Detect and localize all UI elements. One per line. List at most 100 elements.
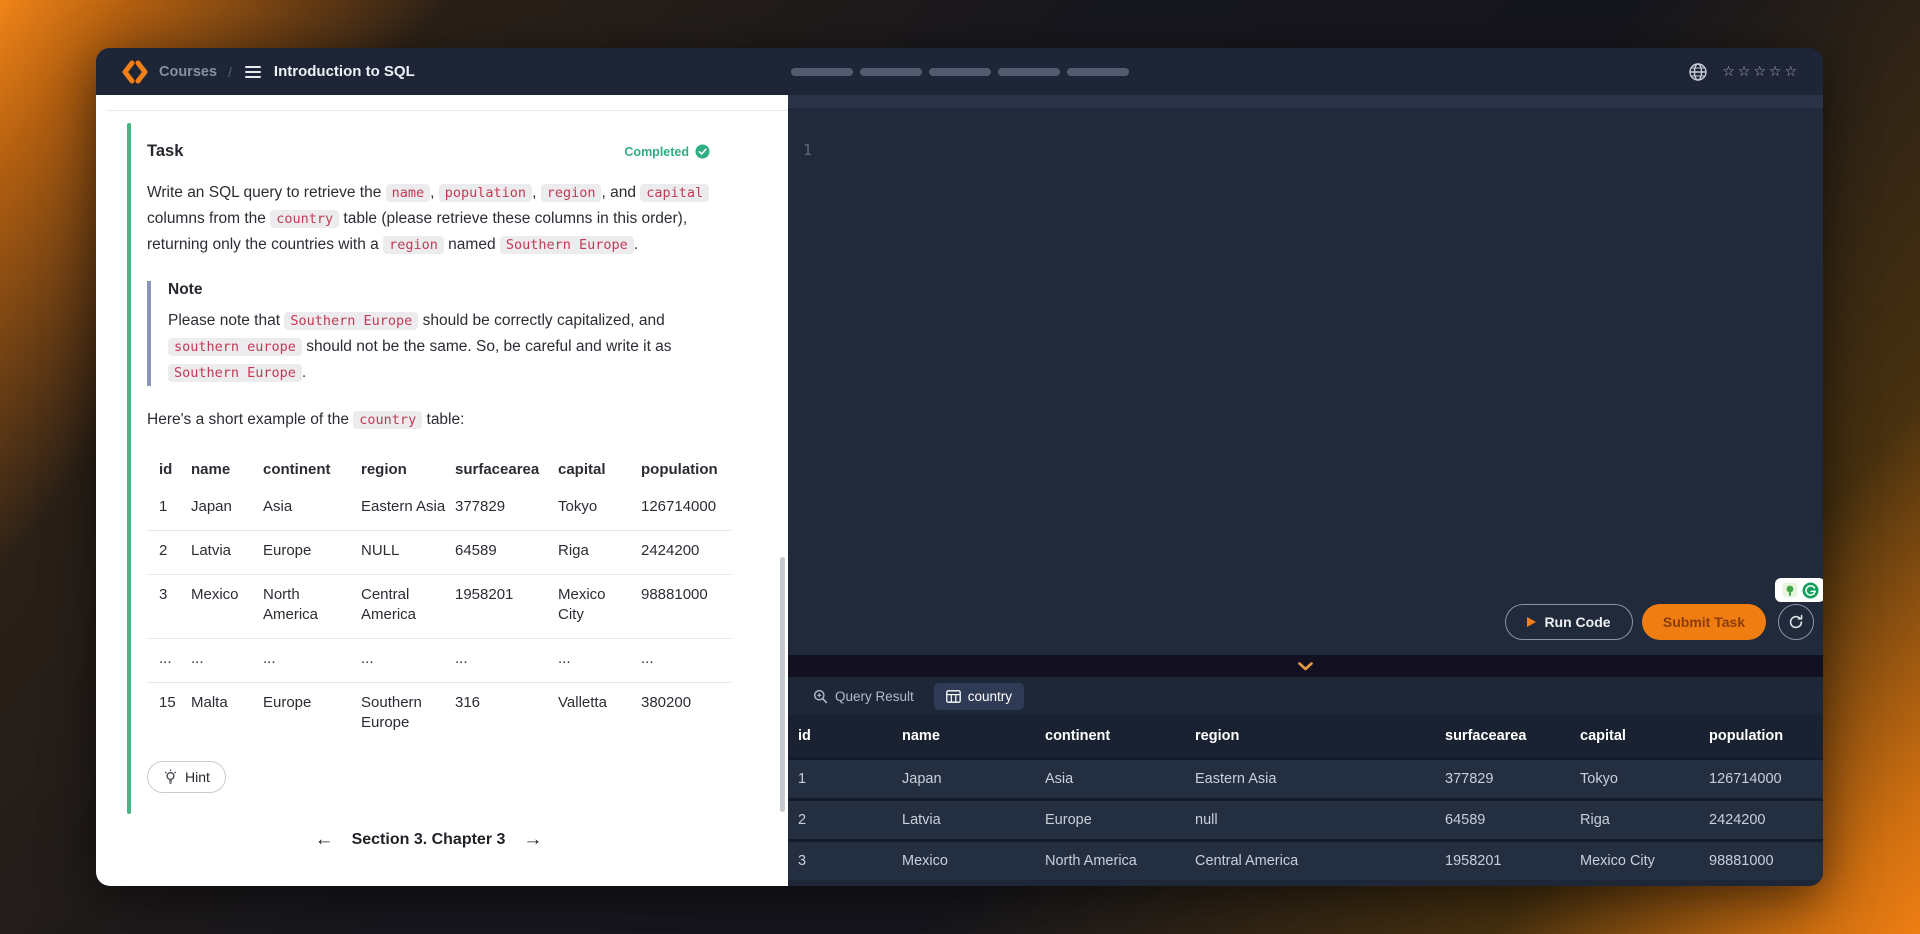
task-panel-scrollbar[interactable] [780,557,785,812]
codefinity-logo-icon[interactable] [122,59,148,85]
cell: Europe [263,531,361,575]
table-row: 15MaltaEuropeSouthern Europe316Valletta3… [147,683,731,747]
result-row: 1JapanAsiaEastern Asia377829Tokyo1267140… [788,759,1823,800]
inline-code: country [353,411,422,429]
browser-extension-badge[interactable] [1775,578,1823,602]
cell: Mexico [191,575,263,639]
chapter-label: Section 3. Chapter 3 [352,831,506,849]
reset-code-button[interactable] [1778,604,1814,640]
hint-button[interactable]: Hint [147,761,226,793]
cell: 377829 [455,487,558,531]
chapter-navigation: ← Section 3. Chapter 3 → [147,829,710,851]
inline-code: population [439,184,532,202]
cell: 1958201 [1437,841,1572,881]
cell: 3 [788,841,894,881]
example-country-table: id name continent region surfacearea cap… [147,452,731,746]
cell: 2 [147,531,191,575]
cell: 1 [147,487,191,531]
col-header: surfacearea [1437,715,1572,759]
table-icon [946,690,961,703]
cell: 2424200 [1701,800,1823,841]
text-run: Write an SQL query to retrieve the [147,184,386,201]
code-editor[interactable]: 1 Run Code Su [788,95,1823,655]
prev-chapter-button[interactable]: ← [315,829,334,851]
cell: Japan [191,487,263,531]
hint-label: Hint [185,769,210,785]
next-chapter-button[interactable]: → [523,829,542,851]
cell: ... [263,639,361,683]
note-callout: Note Please note that Southern Europe sh… [147,281,710,386]
col-header: region [1187,715,1437,759]
star-icon[interactable]: ☆ [1784,63,1797,80]
editor-topbar [788,95,1823,108]
cell: 2424200 [641,531,731,575]
previous-card-divider [106,110,788,111]
result-row: 3MexicoNorth AmericaCentral America19582… [788,841,1823,881]
star-icon[interactable]: ☆ [1722,63,1735,80]
run-code-button[interactable]: Run Code [1505,604,1633,640]
col-header: continent [1037,715,1187,759]
text-run: . [634,236,638,253]
tab-label: country [968,689,1012,704]
cell: ... [191,639,263,683]
cell: Latvia [191,531,263,575]
query-result-table: id name continent region surfacearea cap… [788,715,1823,880]
cell: North America [263,575,361,639]
cell: Latvia [894,800,1037,841]
inline-code: name [386,184,431,202]
col-header: population [641,452,731,487]
extension-g-icon[interactable] [1802,582,1819,599]
inline-code: region [541,184,602,202]
breadcrumb-courses[interactable]: Courses [159,64,217,80]
status-badge: Completed [624,144,710,159]
globe-language-icon[interactable] [1688,62,1708,82]
cell: 64589 [1437,800,1572,841]
results-tabs: Query Result country [788,677,1823,715]
text-run: . [302,364,306,381]
extension-pin-icon[interactable] [1782,582,1798,598]
lightbulb-icon [163,769,178,785]
progress-segment-4[interactable] [998,68,1060,76]
task-heading: Task [147,142,183,161]
star-icon[interactable]: ☆ [1753,63,1766,80]
note-heading: Note [168,281,710,299]
cell: Malta [191,683,263,747]
play-icon [1527,617,1536,627]
cell: 126714000 [1701,759,1823,800]
table-row: 1JapanAsiaEastern Asia377829Tokyo1267140… [147,487,731,531]
cell: 1958201 [455,575,558,639]
col-header: id [788,715,894,759]
star-icon[interactable]: ☆ [1769,63,1782,80]
refresh-icon [1788,614,1804,630]
rating-stars: ☆ ☆ ☆ ☆ ☆ [1722,63,1797,80]
cell: Central America [1187,841,1437,881]
cell: Japan [894,759,1037,800]
submit-task-button[interactable]: Submit Task [1642,604,1766,640]
results-panel: Query Result country [788,677,1823,886]
progress-segment-2[interactable] [860,68,922,76]
cell: 316 [455,683,558,747]
table-row-ellipsis: ..................... [147,639,731,683]
tab-query-result[interactable]: Query Result [801,683,926,710]
course-menu-icon[interactable] [243,64,263,80]
col-header: name [894,715,1037,759]
editor-line-number: 1 [803,141,812,159]
cell: North America [1037,841,1187,881]
cell: Mexico City [1572,841,1701,881]
course-progress-bar [791,68,1129,76]
table-row: 3MexicoNorth AmericaCentral America19582… [147,575,731,639]
inline-code: southern europe [168,338,302,356]
chevron-down-icon[interactable] [1298,662,1313,671]
progress-segment-5[interactable] [1067,68,1129,76]
col-header: continent [263,452,361,487]
text-run: named [444,236,500,253]
col-header: capital [1572,715,1701,759]
progress-segment-3[interactable] [929,68,991,76]
cell: Asia [1037,759,1187,800]
star-icon[interactable]: ☆ [1738,63,1751,80]
progress-segment-1[interactable] [791,68,853,76]
panel-resize-divider[interactable] [788,655,1823,677]
text-run: should be correctly capitalized, and [418,312,664,329]
tab-country[interactable]: country [934,683,1024,710]
cell: Asia [263,487,361,531]
